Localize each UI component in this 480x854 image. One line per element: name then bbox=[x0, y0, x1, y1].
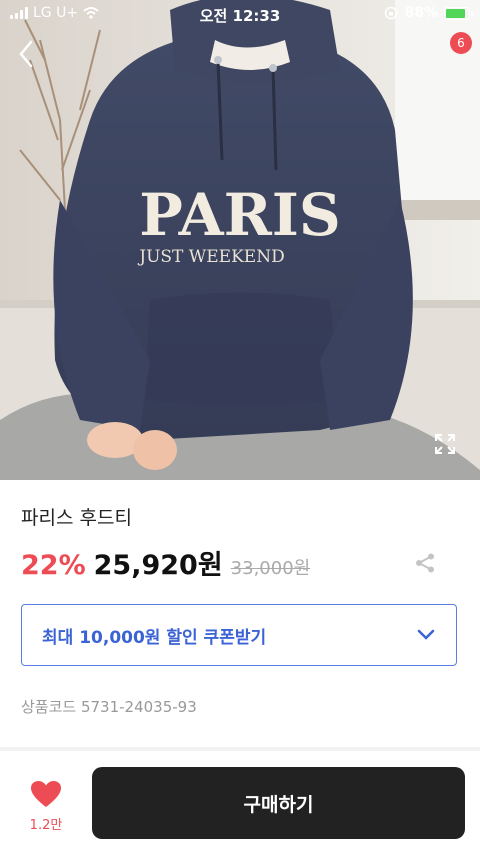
coupon-button[interactable]: 최대 10,000원 할인 쿠폰받기 bbox=[21, 604, 457, 666]
heart-icon bbox=[31, 781, 61, 807]
hoodie-graphic-subtext: JUST WEEKEND bbox=[137, 247, 284, 267]
original-price: 33,000원 bbox=[230, 558, 311, 579]
like-button[interactable]: 1.2만 bbox=[20, 780, 72, 833]
rotation-lock-icon bbox=[385, 6, 398, 20]
price-row: 22% 25,920원 33,000원 bbox=[21, 543, 310, 582]
notification-badge[interactable]: 6 bbox=[450, 32, 472, 54]
status-bar: LG U+ 오전 12:33 88% bbox=[0, 0, 480, 28]
discount-rate: 22% bbox=[21, 550, 86, 581]
product-image[interactable]: PARIS JUST WEEKEND bbox=[0, 0, 480, 480]
fullscreen-icon bbox=[435, 434, 455, 454]
share-button[interactable] bbox=[414, 552, 436, 574]
share-icon bbox=[416, 553, 434, 573]
chevron-left-icon bbox=[19, 40, 33, 68]
divider bbox=[0, 747, 480, 751]
hoodie-photo: PARIS JUST WEEKEND bbox=[0, 0, 480, 480]
product-code: 상품코드 5731-24035-93 bbox=[21, 698, 197, 716]
battery-percent: 88% bbox=[404, 5, 438, 21]
hoodie-graphic-text: PARIS bbox=[139, 181, 341, 249]
expand-image-button[interactable] bbox=[434, 433, 456, 455]
coupon-label: 최대 10,000원 할인 쿠폰받기 bbox=[42, 627, 267, 648]
buy-button[interactable]: 구매하기 bbox=[92, 767, 465, 839]
sale-price: 25,920원 bbox=[93, 550, 223, 581]
status-right: 88% bbox=[384, 5, 473, 21]
battery-icon bbox=[444, 6, 473, 20]
like-count: 1.2만 bbox=[29, 818, 63, 833]
back-button[interactable] bbox=[16, 38, 44, 70]
product-title: 파리스 후드티 bbox=[21, 507, 132, 529]
chevron-down-icon bbox=[417, 629, 435, 640]
